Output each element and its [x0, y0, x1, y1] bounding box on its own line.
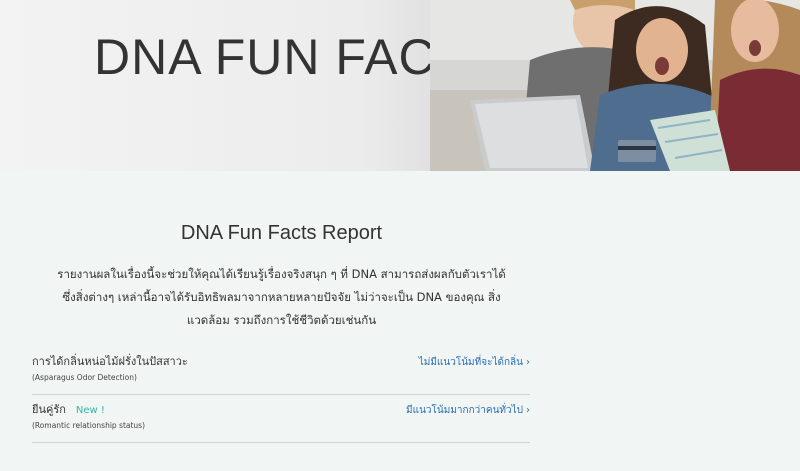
report-title: DNA Fun Facts Report [180, 222, 383, 244]
hero-banner: DNA FUN FACTS [0, 0, 800, 171]
chevron-right-icon: › [526, 405, 530, 416]
fact-row-romantic-relationship[interactable]: ยีนคู่รัก New ! (Romantic relationship st… [32, 393, 530, 443]
fact-result-link[interactable]: มีแนวโน้มมากกว่าคนทั่วไป › [406, 403, 530, 418]
fact-name: การได้กลิ่นหน่อไม้ฝรั่งในปัสสาวะ [32, 355, 188, 368]
fact-result-text: ไม่มีแนวโน้มที่จะได้กลิ่น [418, 357, 523, 368]
fact-row-asparagus-odor[interactable]: การได้กลิ่นหน่อไม้ฝรั่งในปัสสาวะ (Aspara… [32, 345, 530, 395]
report-intro: รายงานผลในเรื่องนี้จะช่วยให้คุณได้เรียนร… [57, 267, 506, 327]
hero-photo [430, 0, 800, 171]
chevron-right-icon: › [526, 357, 530, 368]
fact-subtitle: (Romantic relationship status) [32, 421, 146, 430]
fact-result-link[interactable]: ไม่มีแนวโน้มที่จะได้กลิ่น › [419, 355, 530, 370]
fact-result-text: มีแนวโน้มมากกว่าคนทั่วไป [406, 405, 523, 416]
fact-subtitle: (Asparagus Odor Detection) [32, 373, 137, 382]
fact-name-text: ยีนคู่รัก [32, 403, 66, 416]
new-badge: New ! [75, 405, 105, 416]
fact-name: ยีนคู่รัก New ! [32, 400, 105, 418]
